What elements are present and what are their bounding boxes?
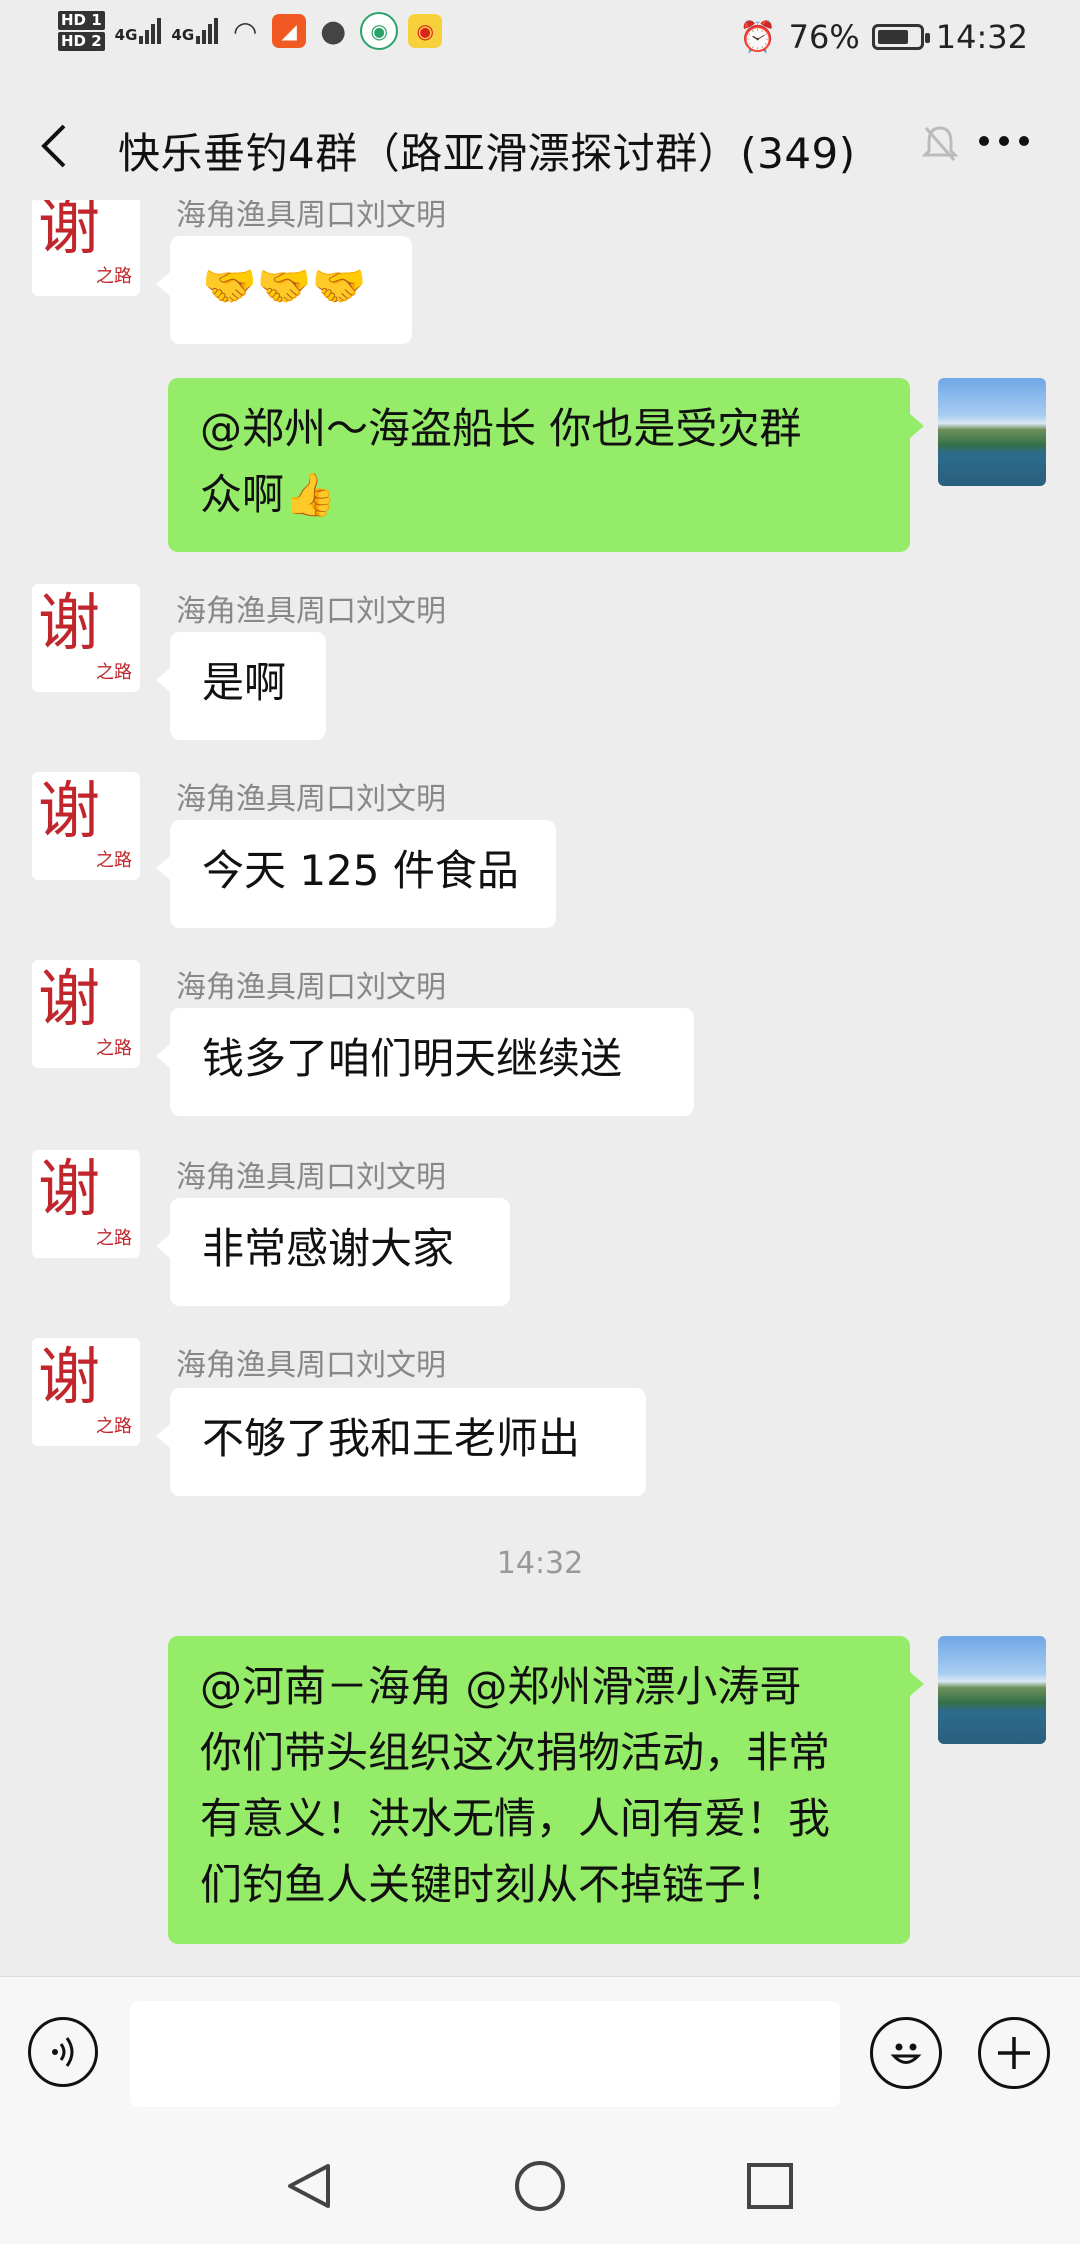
message-bubble[interactable]: 今天 125 件食品 xyxy=(156,820,556,928)
sender-name: 海角渔具周口刘文明 xyxy=(176,1160,446,1195)
net1-label: 4G xyxy=(114,26,138,44)
signal-icon: 4G xyxy=(115,18,162,44)
chat-header: 快乐垂钓4群（路亚滑漂探讨群）(349) xyxy=(0,100,1080,196)
message-bubble[interactable]: 钱多了咱们明天继续送 xyxy=(156,1008,694,1116)
avatar-logo: 谢 xyxy=(38,1340,101,1413)
input-bar xyxy=(0,1976,1080,2141)
chat-title: 快乐垂钓4群（路亚滑漂探讨群）(349) xyxy=(118,129,856,178)
avatar[interactable]: 谢之路 xyxy=(32,200,140,296)
nav-home-icon[interactable] xyxy=(512,2158,568,2226)
message-line: 有意义！洪水无情，人间有爱！我 xyxy=(200,1794,831,1843)
nav-recent-icon[interactable] xyxy=(742,2158,798,2226)
emoji-icon[interactable] xyxy=(870,2017,942,2089)
sender-name: 海角渔具周口刘文明 xyxy=(176,594,446,629)
my-message-bubble[interactable]: @郑州～海盗船长 你也是受灾群 众啊👍 xyxy=(168,378,924,552)
hd2-label: HD 2 xyxy=(58,32,105,51)
avatar-sub: 之路 xyxy=(96,662,132,683)
message-bubble-icon: ● xyxy=(320,13,347,49)
avatar-sub: 之路 xyxy=(96,1416,132,1437)
alarm-icon: ⏰ xyxy=(739,19,777,55)
nav-back-icon[interactable] xyxy=(282,2158,338,2226)
avatar-sub: 之路 xyxy=(96,266,132,287)
app-notification-icon: ◢ xyxy=(272,14,307,48)
avatar-sub: 之路 xyxy=(96,1038,132,1059)
more-dots-icon[interactable] xyxy=(976,118,1032,172)
sender-name: 海角渔具周口刘文明 xyxy=(176,200,446,233)
my-avatar[interactable] xyxy=(938,1636,1046,1744)
system-nav-bar xyxy=(0,2140,1080,2244)
hd1-label: HD 1 xyxy=(58,11,105,30)
message-line: @郑州～海盗船长 你也是受灾群 xyxy=(200,404,802,453)
avatar-logo: 谢 xyxy=(38,962,101,1035)
avatar[interactable]: 谢之路 xyxy=(32,1338,140,1446)
net2-label: 4G xyxy=(171,26,195,44)
avatar-logo: 谢 xyxy=(38,1152,101,1225)
sender-name: 海角渔具周口刘文明 xyxy=(176,782,446,817)
back-arrow-icon[interactable] xyxy=(34,118,90,178)
status-left: HD 1 HD 2 4G 4G ◠ ◢ ● ◉ ◉ xyxy=(58,10,443,52)
green-app-icon: ◉ xyxy=(360,12,399,50)
message-bubble[interactable]: 不够了我和王老师出 xyxy=(156,1388,646,1496)
message-line: 们钓鱼人关键时刻从不掉链子！ xyxy=(200,1860,789,1909)
message-bubble[interactable]: 🤝🤝🤝 xyxy=(156,236,412,344)
wifi-icon: ◠ xyxy=(232,14,258,48)
message-line: 众啊👍 xyxy=(200,470,337,519)
voice-icon[interactable] xyxy=(28,2017,98,2087)
signal-icon-2: 4G xyxy=(171,18,219,44)
chat-area[interactable]: 海角渔具周口刘文明 谢之路 🤝🤝🤝 @郑州～海盗船长 你也是受灾群 众啊👍 谢之… xyxy=(0,200,1080,1975)
avatar-logo: 谢 xyxy=(38,774,101,847)
my-message-bubble[interactable]: @河南－海角 @郑州滑漂小涛哥 你们带头组织这次捐物活动，非常 有意义！洪水无情… xyxy=(168,1636,924,1944)
avatar-logo: 谢 xyxy=(38,200,101,263)
message-bubble[interactable]: 是啊 xyxy=(156,632,326,740)
my-avatar[interactable] xyxy=(938,378,1046,486)
clock: 14:32 xyxy=(935,18,1028,56)
battery-percent: 76% xyxy=(788,18,860,56)
sender-name: 海角渔具周口刘文明 xyxy=(176,970,446,1005)
avatar[interactable]: 谢之路 xyxy=(32,772,140,880)
timestamp: 14:32 xyxy=(496,1546,584,1581)
message-bubble[interactable]: 非常感谢大家 xyxy=(156,1198,510,1306)
battery-icon xyxy=(871,24,930,50)
avatar-sub: 之路 xyxy=(96,1228,132,1249)
avatar[interactable]: 谢之路 xyxy=(32,584,140,692)
status-right: ⏰ 76% 14:32 xyxy=(739,18,1028,56)
sender-name: 海角渔具周口刘文明 xyxy=(176,1348,446,1383)
message-input[interactable] xyxy=(130,2001,840,2107)
avatar-logo: 谢 xyxy=(38,586,101,659)
message-line: @河南－海角 @郑州滑漂小涛哥 xyxy=(200,1662,802,1711)
weibo-icon: ◉ xyxy=(408,14,443,48)
plus-icon[interactable] xyxy=(978,2017,1050,2089)
avatar[interactable]: 谢之路 xyxy=(32,1150,140,1258)
avatar-sub: 之路 xyxy=(96,850,132,871)
avatar[interactable]: 谢之路 xyxy=(32,960,140,1068)
bell-muted-icon xyxy=(921,124,959,173)
sim-indicator: HD 1 HD 2 xyxy=(58,10,105,52)
status-bar: HD 1 HD 2 4G 4G ◠ ◢ ● ◉ ◉ ⏰ 76% 14:32 xyxy=(0,0,1080,82)
message-line: 你们带头组织这次捐物活动，非常 xyxy=(200,1728,831,1777)
